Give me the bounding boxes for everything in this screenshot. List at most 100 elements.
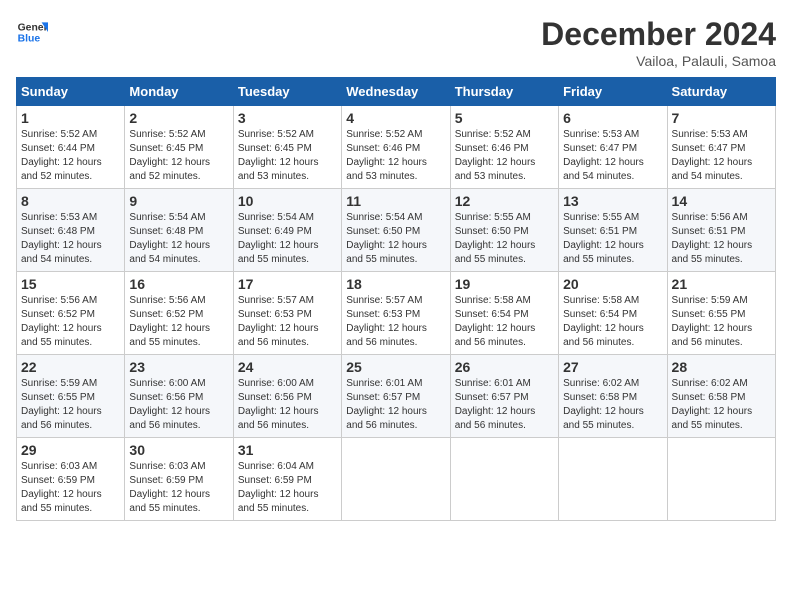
day-number: 6 (563, 110, 662, 126)
day-number: 27 (563, 359, 662, 375)
table-cell: 21 Sunrise: 5:59 AMSunset: 6:55 PMDaylig… (667, 272, 775, 355)
day-number: 31 (238, 442, 337, 458)
day-info: Sunrise: 6:00 AMSunset: 6:56 PMDaylight:… (129, 378, 210, 431)
col-sunday: Sunday (17, 78, 125, 106)
day-number: 16 (129, 276, 228, 292)
day-info: Sunrise: 5:58 AMSunset: 6:54 PMDaylight:… (455, 295, 536, 348)
table-cell: 29 Sunrise: 6:03 AMSunset: 6:59 PMDaylig… (17, 438, 125, 521)
day-number: 9 (129, 193, 228, 209)
day-number: 4 (346, 110, 445, 126)
table-cell: 23 Sunrise: 6:00 AMSunset: 6:56 PMDaylig… (125, 355, 233, 438)
table-cell: 6 Sunrise: 5:53 AMSunset: 6:47 PMDayligh… (559, 106, 667, 189)
table-cell: 16 Sunrise: 5:56 AMSunset: 6:52 PMDaylig… (125, 272, 233, 355)
day-info: Sunrise: 5:53 AMSunset: 6:48 PMDaylight:… (21, 212, 102, 265)
day-info: Sunrise: 5:56 AMSunset: 6:52 PMDaylight:… (21, 295, 102, 348)
day-number: 30 (129, 442, 228, 458)
col-thursday: Thursday (450, 78, 558, 106)
day-info: Sunrise: 5:52 AMSunset: 6:44 PMDaylight:… (21, 129, 102, 182)
day-number: 25 (346, 359, 445, 375)
day-info: Sunrise: 5:52 AMSunset: 6:45 PMDaylight:… (238, 129, 319, 182)
table-cell: 13 Sunrise: 5:55 AMSunset: 6:51 PMDaylig… (559, 189, 667, 272)
day-number: 15 (21, 276, 120, 292)
table-cell: 8 Sunrise: 5:53 AMSunset: 6:48 PMDayligh… (17, 189, 125, 272)
logo: General Blue (16, 16, 48, 48)
day-number: 1 (21, 110, 120, 126)
day-number: 26 (455, 359, 554, 375)
day-info: Sunrise: 5:59 AMSunset: 6:55 PMDaylight:… (672, 295, 753, 348)
day-info: Sunrise: 6:02 AMSunset: 6:58 PMDaylight:… (563, 378, 644, 431)
day-info: Sunrise: 5:59 AMSunset: 6:55 PMDaylight:… (21, 378, 102, 431)
table-row: 29 Sunrise: 6:03 AMSunset: 6:59 PMDaylig… (17, 438, 776, 521)
table-cell: 24 Sunrise: 6:00 AMSunset: 6:56 PMDaylig… (233, 355, 341, 438)
day-info: Sunrise: 5:53 AMSunset: 6:47 PMDaylight:… (672, 129, 753, 182)
day-info: Sunrise: 5:54 AMSunset: 6:49 PMDaylight:… (238, 212, 319, 265)
table-cell: 15 Sunrise: 5:56 AMSunset: 6:52 PMDaylig… (17, 272, 125, 355)
day-info: Sunrise: 5:55 AMSunset: 6:51 PMDaylight:… (563, 212, 644, 265)
table-cell (667, 438, 775, 521)
day-info: Sunrise: 6:01 AMSunset: 6:57 PMDaylight:… (455, 378, 536, 431)
day-info: Sunrise: 6:03 AMSunset: 6:59 PMDaylight:… (129, 461, 210, 514)
day-info: Sunrise: 5:58 AMSunset: 6:54 PMDaylight:… (563, 295, 644, 348)
day-number: 10 (238, 193, 337, 209)
table-cell: 30 Sunrise: 6:03 AMSunset: 6:59 PMDaylig… (125, 438, 233, 521)
table-row: 8 Sunrise: 5:53 AMSunset: 6:48 PMDayligh… (17, 189, 776, 272)
day-number: 5 (455, 110, 554, 126)
day-info: Sunrise: 5:57 AMSunset: 6:53 PMDaylight:… (238, 295, 319, 348)
day-number: 7 (672, 110, 771, 126)
table-cell: 22 Sunrise: 5:59 AMSunset: 6:55 PMDaylig… (17, 355, 125, 438)
table-cell: 10 Sunrise: 5:54 AMSunset: 6:49 PMDaylig… (233, 189, 341, 272)
day-number: 19 (455, 276, 554, 292)
day-number: 29 (21, 442, 120, 458)
table-cell (342, 438, 450, 521)
day-info: Sunrise: 5:52 AMSunset: 6:46 PMDaylight:… (346, 129, 427, 182)
table-cell: 4 Sunrise: 5:52 AMSunset: 6:46 PMDayligh… (342, 106, 450, 189)
month-title: December 2024 (541, 16, 776, 53)
day-info: Sunrise: 5:53 AMSunset: 6:47 PMDaylight:… (563, 129, 644, 182)
table-cell: 19 Sunrise: 5:58 AMSunset: 6:54 PMDaylig… (450, 272, 558, 355)
day-number: 22 (21, 359, 120, 375)
day-number: 21 (672, 276, 771, 292)
day-info: Sunrise: 5:56 AMSunset: 6:52 PMDaylight:… (129, 295, 210, 348)
calendar-header-row: Sunday Monday Tuesday Wednesday Thursday… (17, 78, 776, 106)
page-header: General Blue December 2024 Vailoa, Palau… (16, 16, 776, 69)
table-cell: 18 Sunrise: 5:57 AMSunset: 6:53 PMDaylig… (342, 272, 450, 355)
col-friday: Friday (559, 78, 667, 106)
day-number: 23 (129, 359, 228, 375)
day-number: 24 (238, 359, 337, 375)
table-cell: 28 Sunrise: 6:02 AMSunset: 6:58 PMDaylig… (667, 355, 775, 438)
calendar-table: Sunday Monday Tuesday Wednesday Thursday… (16, 77, 776, 521)
table-cell (559, 438, 667, 521)
day-info: Sunrise: 6:04 AMSunset: 6:59 PMDaylight:… (238, 461, 319, 514)
day-number: 2 (129, 110, 228, 126)
day-info: Sunrise: 6:01 AMSunset: 6:57 PMDaylight:… (346, 378, 427, 431)
day-info: Sunrise: 6:03 AMSunset: 6:59 PMDaylight:… (21, 461, 102, 514)
day-info: Sunrise: 5:52 AMSunset: 6:45 PMDaylight:… (129, 129, 210, 182)
table-cell: 14 Sunrise: 5:56 AMSunset: 6:51 PMDaylig… (667, 189, 775, 272)
location: Vailoa, Palauli, Samoa (541, 53, 776, 69)
col-saturday: Saturday (667, 78, 775, 106)
col-tuesday: Tuesday (233, 78, 341, 106)
table-cell: 26 Sunrise: 6:01 AMSunset: 6:57 PMDaylig… (450, 355, 558, 438)
day-info: Sunrise: 5:54 AMSunset: 6:48 PMDaylight:… (129, 212, 210, 265)
table-cell: 3 Sunrise: 5:52 AMSunset: 6:45 PMDayligh… (233, 106, 341, 189)
day-number: 13 (563, 193, 662, 209)
day-number: 12 (455, 193, 554, 209)
table-cell: 27 Sunrise: 6:02 AMSunset: 6:58 PMDaylig… (559, 355, 667, 438)
table-row: 15 Sunrise: 5:56 AMSunset: 6:52 PMDaylig… (17, 272, 776, 355)
table-cell: 5 Sunrise: 5:52 AMSunset: 6:46 PMDayligh… (450, 106, 558, 189)
day-info: Sunrise: 5:52 AMSunset: 6:46 PMDaylight:… (455, 129, 536, 182)
day-number: 20 (563, 276, 662, 292)
table-row: 22 Sunrise: 5:59 AMSunset: 6:55 PMDaylig… (17, 355, 776, 438)
col-wednesday: Wednesday (342, 78, 450, 106)
day-number: 11 (346, 193, 445, 209)
day-number: 17 (238, 276, 337, 292)
svg-text:Blue: Blue (18, 34, 41, 45)
table-row: 1 Sunrise: 5:52 AMSunset: 6:44 PMDayligh… (17, 106, 776, 189)
table-cell: 25 Sunrise: 6:01 AMSunset: 6:57 PMDaylig… (342, 355, 450, 438)
table-cell: 31 Sunrise: 6:04 AMSunset: 6:59 PMDaylig… (233, 438, 341, 521)
logo-icon: General Blue (16, 16, 48, 48)
table-cell: 7 Sunrise: 5:53 AMSunset: 6:47 PMDayligh… (667, 106, 775, 189)
table-cell: 17 Sunrise: 5:57 AMSunset: 6:53 PMDaylig… (233, 272, 341, 355)
day-info: Sunrise: 6:02 AMSunset: 6:58 PMDaylight:… (672, 378, 753, 431)
day-info: Sunrise: 5:56 AMSunset: 6:51 PMDaylight:… (672, 212, 753, 265)
